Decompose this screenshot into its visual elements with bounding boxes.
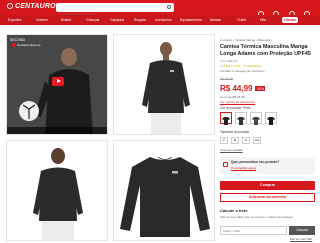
nav-hits[interactable]: Hits	[260, 18, 266, 22]
payment-options-link[interactable]: Ver opções de pagamento	[220, 100, 255, 104]
size-option-m[interactable]: M	[231, 137, 239, 144]
color-option-2[interactable]	[235, 112, 247, 125]
breadcrumb: Centauro › Camisa Manga › Masculino	[220, 38, 272, 42]
product-title-line2: Longa Adams com Proteção UPF45	[220, 51, 311, 57]
color-option-black[interactable]	[220, 112, 232, 125]
shirt-flat-image	[114, 141, 214, 240]
video-channel: Centauro Esporte	[12, 43, 41, 47]
calculate-shipping-button[interactable]: Calcular	[289, 226, 315, 235]
product-sku: Cód: 958712	[220, 59, 238, 63]
brush-icon	[223, 162, 228, 167]
size-option-p[interactable]: P	[220, 137, 228, 144]
model-front-image	[114, 35, 214, 134]
nav-marcas[interactable]: Marcas	[210, 18, 221, 22]
nav-roupas[interactable]: Roupas	[134, 18, 146, 22]
current-price: R$ 44,99	[220, 84, 253, 93]
product-image-back[interactable]	[6, 140, 108, 241]
logo-icon	[7, 3, 13, 9]
add-to-cart-button[interactable]: Adicionar ao carrinho	[220, 193, 315, 202]
product-rating[interactable]: ★★★★☆ (4,3) · 12 avaliações	[220, 64, 261, 68]
product-image-front[interactable]	[113, 34, 215, 135]
product-image-flat[interactable]	[113, 140, 215, 241]
product-title-line1: Camisa Térmica Masculina Manga	[220, 44, 308, 50]
video-controls[interactable]	[7, 127, 107, 134]
nav-equipamentos[interactable]: Equipamentos	[180, 18, 202, 22]
size-option-g[interactable]: G	[242, 137, 250, 144]
color-label: Cor do produto: Preto	[220, 106, 251, 110]
breadcrumb-item[interactable]: Camisa Manga	[235, 38, 255, 42]
nav-calcados[interactable]: Calçados	[110, 18, 124, 22]
nav-mulher[interactable]: Mulher	[61, 18, 71, 22]
color-option-3[interactable]	[250, 112, 262, 125]
size-option-gg[interactable]: GG	[253, 137, 261, 144]
logo-text: CENTAURO	[15, 3, 56, 10]
old-price: R$ 89,99	[220, 77, 233, 81]
nav-esportes[interactable]: Esportes	[8, 18, 21, 22]
nav-outlet[interactable]: Outlet	[237, 18, 246, 22]
personalize-title: Quer personalizar seu produto?	[231, 160, 280, 164]
play-button-icon[interactable]	[52, 77, 64, 86]
seller-info: Vendido e entregue por Centauro	[220, 69, 265, 73]
cep-help-link[interactable]: Não sei meu CEP	[290, 237, 312, 241]
buy-button[interactable]: Comprar	[220, 181, 315, 190]
video-channel-name: Centauro Esporte	[17, 43, 41, 47]
size-label: Tamanho do produto	[220, 130, 250, 134]
nav-ofertas[interactable]: Ofertas	[282, 16, 298, 23]
nav-criancas[interactable]: Crianças	[86, 18, 99, 22]
cep-input[interactable]	[220, 226, 287, 235]
model-back-image	[7, 141, 107, 240]
breadcrumb-item[interactable]: Masculino	[258, 38, 272, 42]
centauro-logo[interactable]: CENTAURO	[7, 3, 56, 10]
top-header: CENTAURO	[0, 0, 320, 20]
size-guide-link[interactable]: Guia de medidas	[220, 148, 243, 152]
nav-homem[interactable]: Homem	[36, 18, 48, 22]
personalize-link[interactable]: Personalizar agora	[231, 166, 256, 170]
product-video[interactable]: SECOND Centauro Esporte	[6, 34, 108, 135]
video-title: SECOND	[10, 38, 25, 42]
search-box[interactable]	[56, 3, 174, 20]
category-nav: Esportes Homem Mulher Crianças Calçados …	[0, 15, 320, 25]
channel-avatar-icon	[12, 43, 16, 47]
discount-badge: -50%	[255, 86, 266, 91]
installments: ou 1x de R$ 44,99	[220, 95, 245, 99]
breadcrumb-item[interactable]: Centauro	[220, 38, 232, 42]
personalize-box: Quer personalizar seu produto? Personali…	[220, 157, 315, 174]
color-option-4[interactable]	[265, 112, 277, 125]
search-icon[interactable]	[167, 5, 171, 9]
shipping-text: Informe seu CEP para ver prazos e valore…	[220, 215, 293, 219]
shipping-title: Calcule o frete	[220, 208, 248, 213]
nav-acessorios[interactable]: Acessórios	[155, 18, 172, 22]
